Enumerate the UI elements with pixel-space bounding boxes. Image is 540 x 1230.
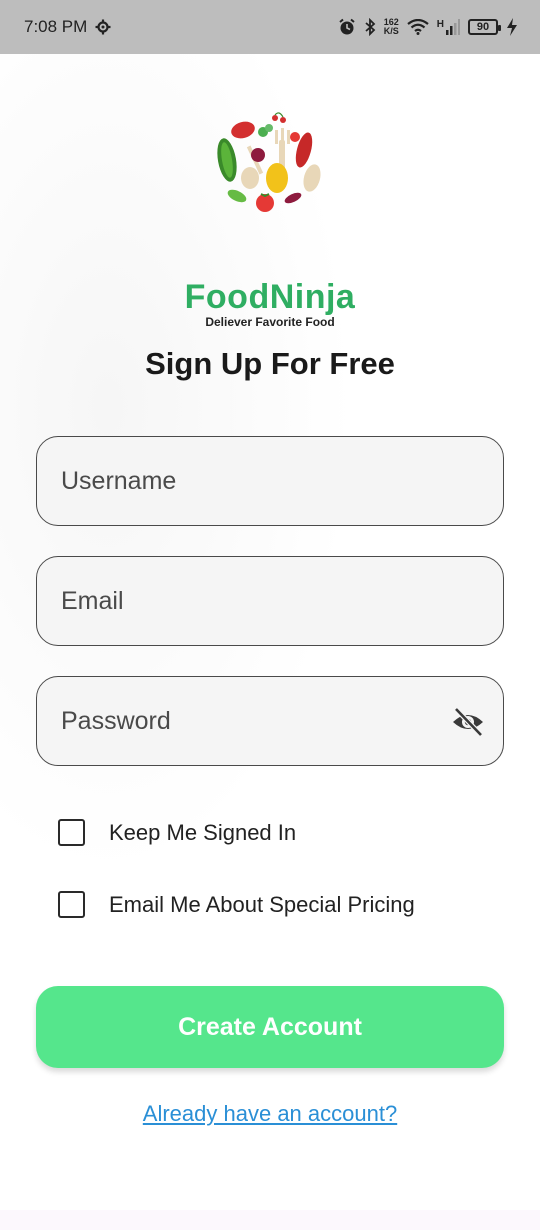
brand-logo bbox=[205, 110, 335, 215]
battery-icon: 90 bbox=[468, 19, 501, 35]
status-bar-left: 7:08 PM bbox=[24, 17, 111, 37]
net-speed-unit: K/S bbox=[383, 26, 399, 36]
status-bar-right: 162 K/S H 90 bbox=[338, 18, 518, 36]
email-pricing-checkbox[interactable] bbox=[58, 891, 85, 918]
bottom-inset bbox=[0, 1210, 540, 1230]
email-pricing-row[interactable]: Email Me About Special Pricing bbox=[58, 891, 415, 918]
email-field[interactable] bbox=[36, 556, 504, 646]
password-input[interactable] bbox=[61, 706, 479, 736]
email-pricing-label: Email Me About Special Pricing bbox=[109, 891, 415, 917]
keep-signed-in-row[interactable]: Keep Me Signed In bbox=[58, 819, 296, 846]
brand-name: FoodNinja bbox=[184, 278, 356, 316]
eye-off-icon[interactable] bbox=[451, 705, 485, 739]
status-bar: 7:08 PM 162 K/S H 90 bbox=[0, 0, 540, 54]
bluetooth-icon bbox=[364, 18, 376, 36]
wifi-icon bbox=[407, 19, 429, 35]
username-input[interactable] bbox=[61, 466, 479, 496]
net-speed: 162 K/S bbox=[384, 18, 399, 36]
create-account-button[interactable]: Create Account bbox=[36, 986, 504, 1068]
email-input[interactable] bbox=[61, 586, 479, 616]
page-title: Sign Up For Free bbox=[145, 346, 395, 381]
charging-icon bbox=[506, 18, 518, 36]
signal-type: H bbox=[436, 19, 444, 30]
battery-level: 90 bbox=[476, 21, 490, 33]
password-field[interactable] bbox=[36, 676, 504, 766]
keep-signed-in-checkbox[interactable] bbox=[58, 819, 85, 846]
username-field[interactable] bbox=[36, 436, 504, 526]
status-time: 7:08 PM bbox=[24, 17, 88, 36]
signal-icon: H bbox=[437, 19, 460, 35]
brand-tagline: Deliever Favorite Food bbox=[205, 315, 335, 329]
login-link[interactable]: Already have an account? bbox=[0, 1101, 540, 1127]
gear-icon bbox=[95, 19, 111, 35]
alarm-icon bbox=[338, 18, 356, 36]
keep-signed-in-label: Keep Me Signed In bbox=[109, 819, 297, 845]
